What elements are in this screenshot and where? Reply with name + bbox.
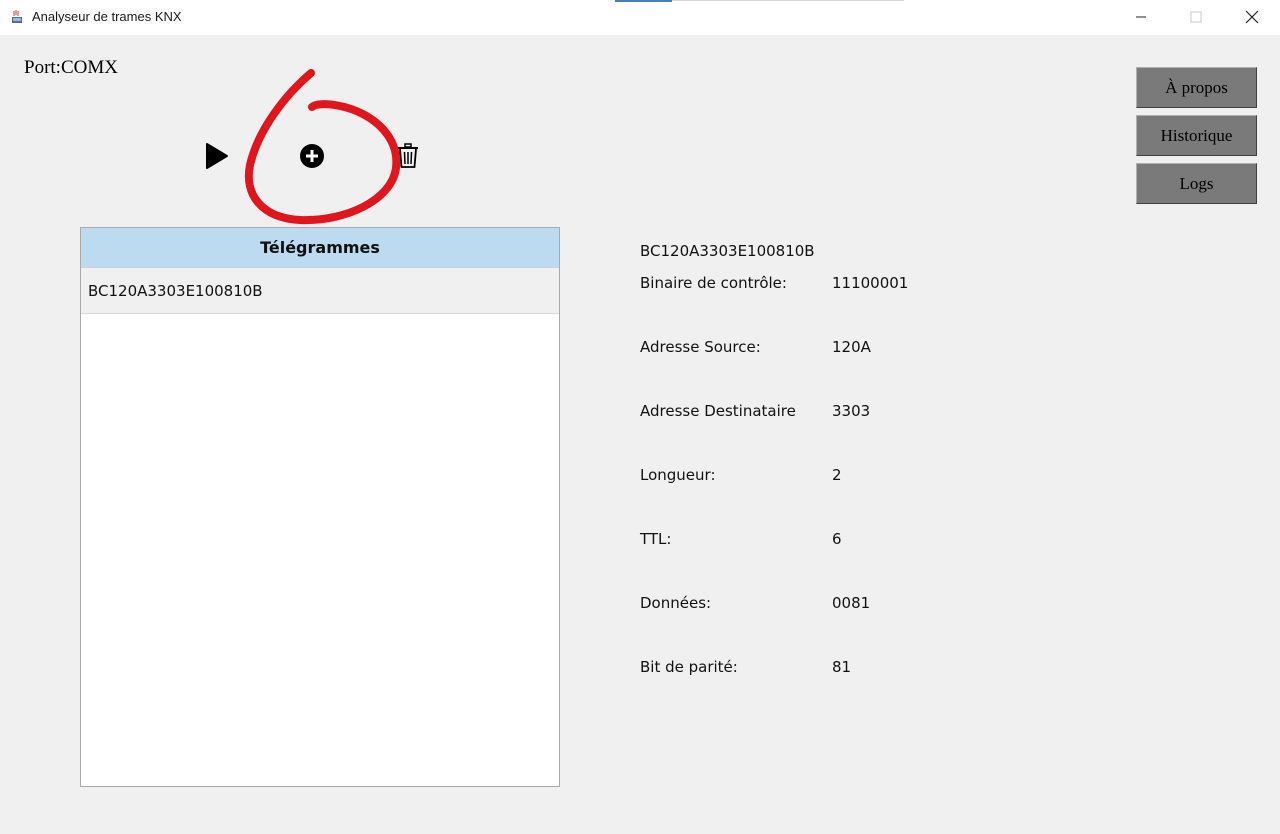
minimize-button[interactable] [1118, 0, 1164, 34]
source-address-value: 120A [832, 338, 871, 356]
taskbar-accent-line [672, 0, 904, 1]
parity-bit-value: 81 [832, 658, 852, 676]
about-button[interactable]: À propos [1136, 67, 1257, 108]
port-label: Port:COMX [24, 57, 118, 78]
trash-icon [398, 143, 418, 168]
data-value: 0081 [832, 594, 871, 612]
source-address-label: Adresse Source: [640, 338, 761, 356]
length-label: Longueur: [640, 466, 716, 484]
length-value: 2 [832, 466, 842, 484]
delete-button[interactable] [395, 141, 421, 171]
control-binary-label: Binaire de contrôle: [640, 274, 787, 292]
app-icon [12, 10, 22, 23]
selected-frame: BC120A3303E100810B [640, 242, 815, 260]
destination-address-label: Adresse Destinataire [640, 402, 796, 420]
maximize-button[interactable] [1173, 0, 1219, 34]
title-bar: Analyseur de trames KNX [0, 0, 1280, 35]
play-icon [206, 143, 228, 169]
ttl-label: TTL: [640, 530, 672, 548]
ttl-value: 6 [832, 530, 842, 548]
add-circle-icon [300, 144, 324, 168]
play-button[interactable] [200, 140, 232, 172]
close-button[interactable] [1229, 0, 1275, 34]
add-button[interactable] [297, 141, 327, 171]
telegram-list[interactable]: Télégrammes BC120A3303E100810B [80, 227, 560, 787]
taskbar-accent [615, 0, 672, 2]
window-title: Analyseur de trames KNX [32, 9, 182, 24]
minimize-icon [1136, 16, 1146, 18]
close-icon [1245, 10, 1259, 24]
destination-address-value: 3303 [832, 402, 871, 420]
parity-bit-label: Bit de parité: [640, 658, 738, 676]
control-binary-value: 11100001 [832, 274, 909, 292]
history-button[interactable]: Historique [1136, 115, 1257, 156]
list-item[interactable]: BC120A3303E100810B [81, 268, 559, 314]
maximize-icon [1190, 11, 1202, 23]
data-label: Données: [640, 594, 712, 612]
logs-button[interactable]: Logs [1136, 163, 1257, 204]
telegram-list-header: Télégrammes [81, 228, 559, 268]
